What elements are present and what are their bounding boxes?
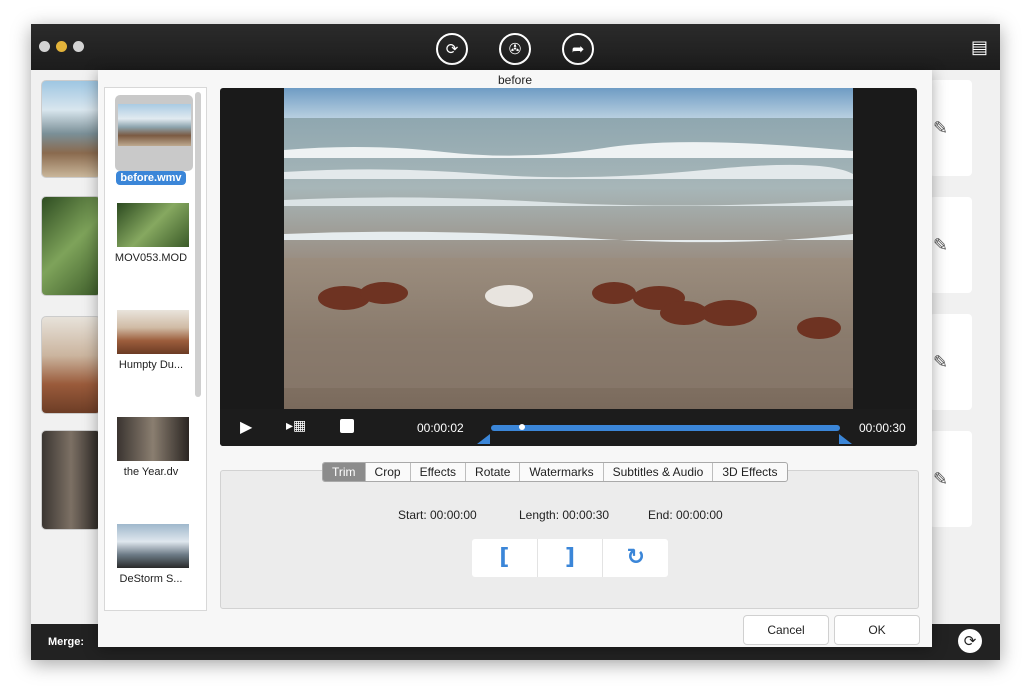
background-thumbnail[interactable] bbox=[41, 430, 101, 530]
trim-length: Length: 00:00:30 bbox=[519, 508, 610, 522]
edit-tabs: Trim Crop Effects Rotate Watermarks Subt… bbox=[322, 462, 788, 482]
file-thumbnail bbox=[117, 524, 189, 568]
video-preview-image bbox=[284, 88, 853, 409]
file-name: Humpty Du... bbox=[118, 359, 184, 371]
media-icon[interactable]: ✇ bbox=[499, 33, 531, 65]
file-item[interactable]: the Year.dv bbox=[105, 409, 197, 509]
trim-start-handle[interactable] bbox=[477, 434, 490, 444]
merge-label: Merge: bbox=[48, 636, 85, 648]
tab-crop[interactable]: Crop bbox=[366, 463, 411, 481]
video-player: ▶ ▸▦ 00:00:02 00:00:30 bbox=[220, 88, 917, 446]
tab-3d-effects[interactable]: 3D Effects bbox=[713, 463, 786, 481]
file-list: before.wmv MOV053.MOD Humpty Du... the Y… bbox=[104, 87, 207, 611]
tab-subtitles-audio[interactable]: Subtitles & Audio bbox=[604, 463, 714, 481]
tab-effects[interactable]: Effects bbox=[411, 463, 467, 481]
convert-all-icon[interactable]: ⟳ bbox=[958, 629, 982, 653]
file-item[interactable]: DeStorm S... bbox=[105, 516, 197, 610]
tab-rotate[interactable]: Rotate bbox=[466, 463, 521, 481]
file-name: DeStorm S... bbox=[119, 573, 183, 585]
title-bar: ⟳ ✇ ➦ ▤ bbox=[31, 24, 1000, 70]
edit-pencil-icon[interactable]: ✎ bbox=[933, 118, 948, 139]
reset-trim-button[interactable]: ↻ bbox=[603, 539, 668, 577]
file-list-scrollbar[interactable] bbox=[195, 92, 201, 397]
zoom-window-button[interactable] bbox=[73, 41, 84, 52]
cancel-button[interactable]: Cancel bbox=[743, 615, 829, 645]
background-thumbnail[interactable] bbox=[41, 196, 101, 296]
playhead[interactable] bbox=[519, 424, 525, 430]
current-time: 00:00:02 bbox=[417, 421, 464, 435]
ok-button[interactable]: OK bbox=[834, 615, 920, 645]
convert-icon[interactable]: ⟳ bbox=[436, 33, 468, 65]
trim-buttons: [ ] ↻ bbox=[472, 539, 668, 577]
snapshot-icon[interactable]: ▸▦ bbox=[286, 418, 306, 434]
edit-pencil-icon[interactable]: ✎ bbox=[933, 352, 948, 373]
edit-dialog: before before.wmv MOV053.MOD Humpty Du..… bbox=[98, 70, 932, 647]
trim-start: Start: 00:00:00 bbox=[398, 508, 477, 522]
file-thumbnail bbox=[117, 417, 189, 461]
tab-watermarks[interactable]: Watermarks bbox=[520, 463, 604, 481]
background-thumbnail[interactable] bbox=[41, 316, 101, 414]
file-item[interactable]: Humpty Du... bbox=[105, 302, 197, 402]
file-thumbnail bbox=[118, 104, 191, 146]
minimize-window-button[interactable] bbox=[56, 41, 67, 52]
close-window-button[interactable] bbox=[39, 41, 50, 52]
trim-end: End: 00:00:00 bbox=[648, 508, 723, 522]
stop-icon[interactable] bbox=[340, 419, 354, 433]
trim-timeline[interactable] bbox=[491, 424, 840, 431]
toolbox-icon[interactable]: ▤ bbox=[971, 37, 988, 58]
player-controls: ▶ ▸▦ 00:00:02 00:00:30 bbox=[220, 409, 917, 446]
edit-pencil-icon[interactable]: ✎ bbox=[933, 235, 948, 256]
share-icon[interactable]: ➦ bbox=[562, 33, 594, 65]
file-name: the Year.dv bbox=[123, 466, 179, 478]
dialog-title: before bbox=[497, 73, 533, 87]
set-start-button[interactable]: [ bbox=[472, 539, 538, 577]
file-name: MOV053.MOD bbox=[114, 252, 188, 264]
file-item[interactable]: MOV053.MOD bbox=[105, 195, 197, 295]
file-name: before.wmv bbox=[116, 171, 186, 185]
set-end-button[interactable]: ] bbox=[538, 539, 604, 577]
edit-pencil-icon[interactable]: ✎ bbox=[933, 469, 948, 490]
tab-trim[interactable]: Trim bbox=[323, 463, 366, 481]
play-icon[interactable]: ▶ bbox=[240, 417, 252, 436]
file-thumbnail bbox=[117, 203, 189, 247]
total-time: 00:00:30 bbox=[859, 421, 906, 435]
video-frame[interactable] bbox=[284, 88, 853, 409]
file-thumbnail bbox=[117, 310, 189, 354]
trim-end-handle[interactable] bbox=[839, 434, 852, 444]
file-item[interactable]: before.wmv bbox=[105, 88, 197, 188]
background-thumbnail[interactable] bbox=[41, 80, 101, 178]
